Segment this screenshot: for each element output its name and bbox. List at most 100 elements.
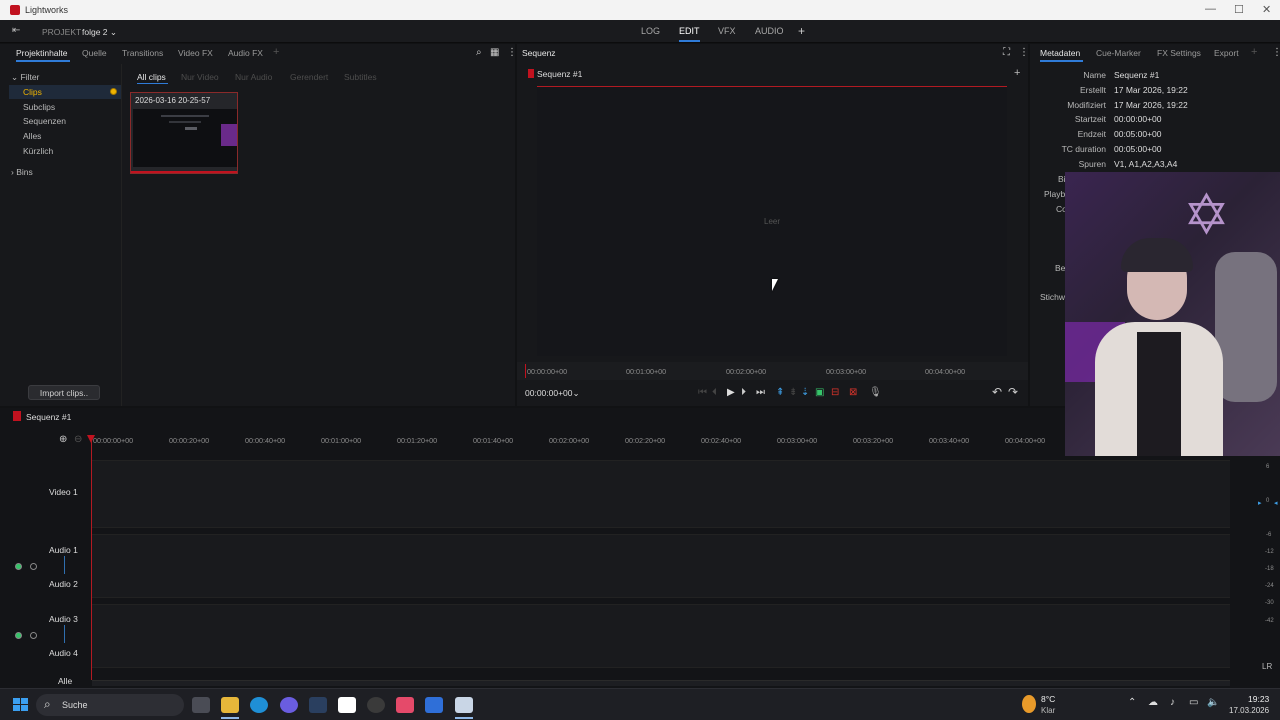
tab-cue-marker[interactable]: Cue-Marker <box>1096 48 1141 58</box>
clock-time[interactable]: 19:23 <box>1248 694 1269 704</box>
fullscreen-icon[interactable]: ⛶ <box>1003 48 1010 58</box>
meta-value[interactable]: Sequenz #1 <box>1114 70 1159 80</box>
weather-icon[interactable] <box>1022 695 1036 713</box>
go-start-icon[interactable]: ⏮ <box>698 388 707 398</box>
go-end-icon[interactable]: ⏭ <box>756 388 765 398</box>
add-tab-icon[interactable]: + <box>273 46 279 58</box>
import-clips-button[interactable]: Import clips.. <box>28 385 100 400</box>
steam-icon[interactable] <box>309 697 327 713</box>
chevron-up-icon[interactable]: ⌃ <box>1128 697 1136 708</box>
project-contents-panel: Projektinhalte Quelle Transitions Video … <box>0 44 517 406</box>
timeline-scrollbar[interactable] <box>92 680 1230 686</box>
filter-item-kuerzlich[interactable]: Kürzlich <box>23 146 53 156</box>
microphone-icon[interactable]: 🎙 <box>869 388 882 398</box>
more-options-icon[interactable]: ⋮ <box>1272 48 1280 58</box>
grid-view-icon[interactable]: ▦ <box>490 48 499 58</box>
app-icon[interactable] <box>338 697 356 713</box>
clip-filter-all-clips[interactable]: All clips <box>137 72 166 82</box>
tab-video-fx[interactable]: Video FX <box>178 48 213 58</box>
video-1-track[interactable] <box>92 460 1230 528</box>
step-forward-icon[interactable]: ⏵ <box>741 388 746 398</box>
discord-icon[interactable] <box>280 697 298 713</box>
clip-filter-nur-video[interactable]: Nur Video <box>181 72 219 82</box>
project-selector[interactable]: folge 2 ⌄ <box>82 27 117 38</box>
mark-out-icon[interactable]: ⇟ <box>789 388 797 398</box>
tab-projektinhalte[interactable]: Projektinhalte <box>16 48 68 58</box>
filter-item-sequenzen[interactable]: Sequenzen <box>23 116 66 126</box>
add-tab-icon[interactable]: + <box>1251 46 1257 58</box>
tab-transitions[interactable]: Transitions <box>122 48 163 58</box>
filter-item-alles[interactable]: Alles <box>23 131 41 141</box>
overwrite-icon[interactable]: ▣ <box>815 388 824 398</box>
more-options-icon[interactable]: ⋮ <box>507 48 517 58</box>
clip-filter-nur-audio[interactable]: Nur Audio <box>235 72 272 82</box>
zoom-out-icon[interactable]: ⊖ <box>74 435 82 445</box>
step-back-icon[interactable]: ⏴ <box>712 388 717 398</box>
viewer-playhead[interactable] <box>525 364 526 378</box>
clip-tile[interactable]: 2026-03-16 20-25-57 <box>130 92 238 174</box>
more-options-icon[interactable]: ⋮ <box>1019 48 1029 58</box>
maximize-icon[interactable]: ☐ <box>1234 3 1244 16</box>
all-tracks-toggle[interactable]: Alle <box>58 676 72 686</box>
clip-filter-gerendert[interactable]: Gerendert <box>290 72 328 82</box>
add-icon[interactable]: + <box>1014 67 1020 79</box>
undo-icon[interactable]: ↶ <box>992 386 1002 398</box>
video-display[interactable]: Leer <box>537 86 1007 356</box>
audio-solo-icon[interactable] <box>30 563 37 570</box>
windows-start-icon[interactable] <box>13 698 29 712</box>
taskbar-search[interactable]: ⌕ Suche <box>36 694 184 716</box>
delete-icon[interactable]: ⊠ <box>849 388 857 398</box>
audio-enable-icon[interactable] <box>15 563 22 570</box>
app-pin-icon[interactable] <box>396 697 414 713</box>
tab-fx-settings[interactable]: FX Settings <box>1157 48 1201 58</box>
volume-icon[interactable]: 🔈 <box>1207 697 1219 708</box>
edge-browser-icon[interactable] <box>250 697 268 713</box>
tray-app-icon[interactable]: ☁ <box>1148 697 1158 708</box>
minimize-icon[interactable]: — <box>1205 3 1216 15</box>
filter-item-clips[interactable]: Clips <box>9 85 121 99</box>
clip-filter-subtitles[interactable]: Subtitles <box>344 72 377 82</box>
tab-export[interactable]: Export <box>1214 48 1239 58</box>
mode-audio[interactable]: AUDIO <box>755 26 784 36</box>
task-view-icon[interactable] <box>192 697 210 713</box>
track-label-video-1[interactable]: Video 1 <box>49 487 78 497</box>
tab-quelle[interactable]: Quelle <box>82 48 107 58</box>
audio-3-4-track[interactable] <box>92 604 1230 668</box>
zoom-in-icon[interactable]: ⊕ <box>59 435 67 445</box>
audio-solo-icon[interactable] <box>30 632 37 639</box>
timeline-ruler[interactable]: 00:00:00+00 00:00:20+00 00:00:40+00 00:0… <box>87 432 1065 452</box>
viewer-ruler[interactable]: 00:00:00+00 00:01:00+00 00:02:00+00 00:0… <box>517 362 1028 380</box>
audio-enable-icon[interactable] <box>15 632 22 639</box>
play-icon[interactable]: ▶ <box>727 388 735 398</box>
mark-in-icon[interactable]: ⇞ <box>776 388 784 398</box>
file-explorer-icon[interactable] <box>221 697 239 713</box>
track-label-audio-4[interactable]: Audio 4 <box>49 648 78 658</box>
filter-toggle[interactable]: ⌄ Filter <box>11 72 39 83</box>
insert-icon[interactable]: ⇣ <box>801 388 809 398</box>
network-icon[interactable]: ▭ <box>1189 697 1198 708</box>
filter-item-subclips[interactable]: Subclips <box>23 102 55 112</box>
mode-vfx[interactable]: VFX <box>718 26 736 36</box>
mode-edit[interactable]: EDIT <box>679 26 700 42</box>
tab-audio-fx[interactable]: Audio FX <box>228 48 263 58</box>
current-timecode[interactable]: 00:00:00+00⌄ <box>525 388 580 399</box>
app-diamond-icon[interactable] <box>425 697 443 713</box>
bins-toggle[interactable]: › Bins <box>11 167 33 177</box>
remove-icon[interactable]: ⊟ <box>831 388 839 398</box>
track-label-audio-1[interactable]: Audio 1 <box>49 545 78 555</box>
audio-1-2-track[interactable] <box>92 534 1230 598</box>
redo-icon[interactable]: ↷ <box>1008 386 1018 398</box>
lightworks-window-icon[interactable] <box>455 697 473 713</box>
close-icon[interactable]: ✕ <box>1262 3 1271 16</box>
track-label-audio-2[interactable]: Audio 2 <box>49 579 78 589</box>
exit-project-icon[interactable]: ⇤ <box>12 26 20 36</box>
tab-metadaten[interactable]: Metadaten <box>1040 48 1080 58</box>
microphone-icon[interactable]: ♪ <box>1170 697 1175 708</box>
search-icon[interactable]: ⌕ <box>476 48 482 58</box>
add-mode-icon[interactable]: + <box>798 24 805 38</box>
clock-date[interactable]: 17.03.2026 <box>1229 706 1269 715</box>
mode-log[interactable]: LOG <box>641 26 660 36</box>
obs-icon[interactable] <box>367 697 385 713</box>
meta-value[interactable]: 00:00:00+00 <box>1114 114 1162 124</box>
track-label-audio-3[interactable]: Audio 3 <box>49 614 78 624</box>
